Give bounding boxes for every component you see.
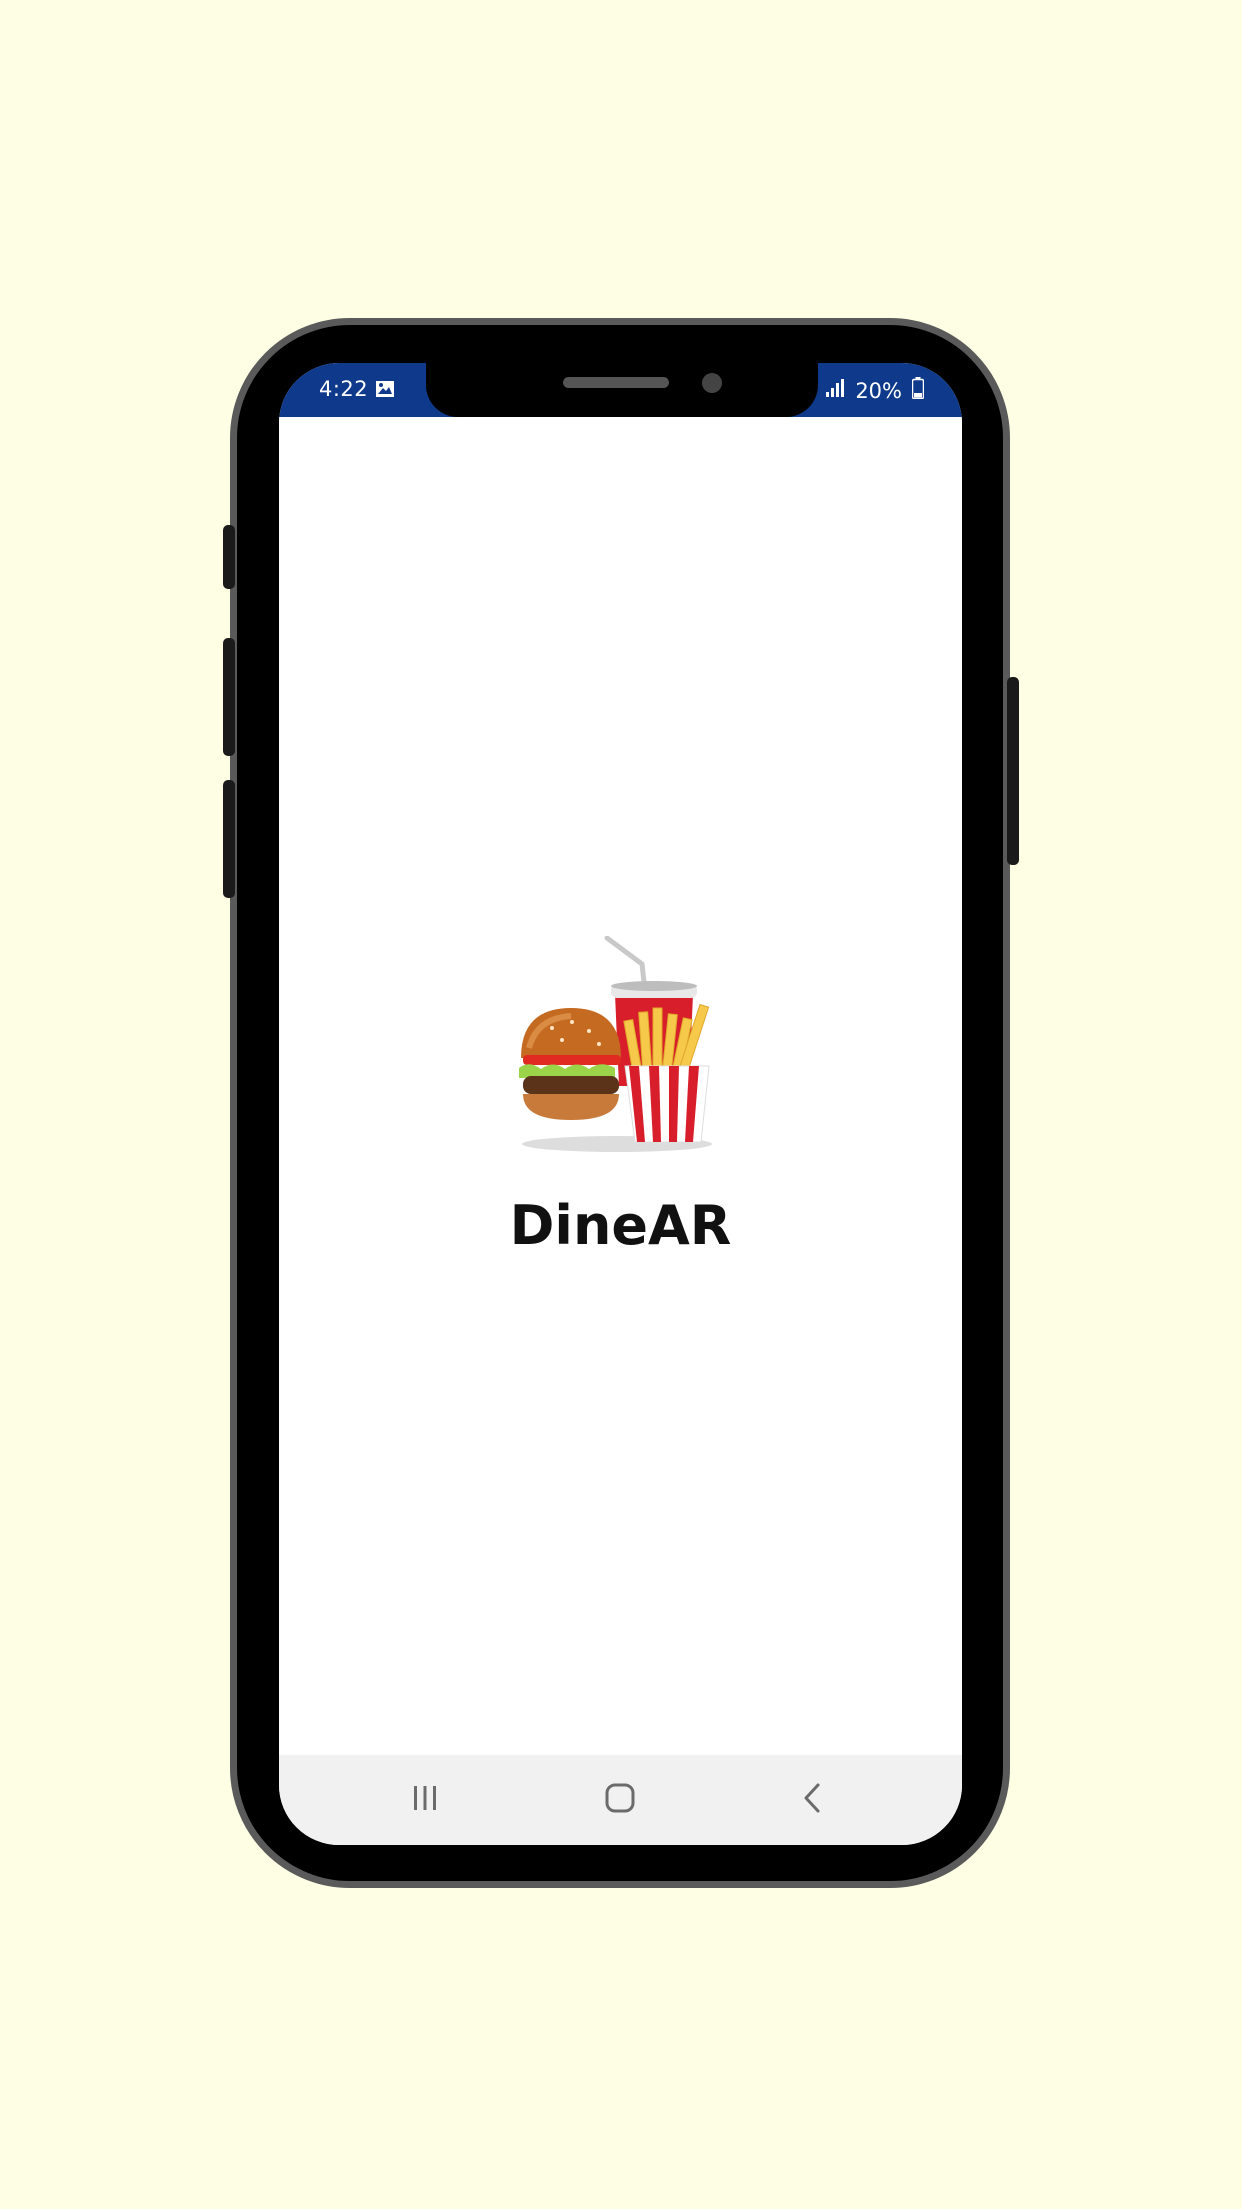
back-button[interactable]	[782, 1775, 842, 1825]
power-button	[1007, 677, 1019, 865]
battery-percentage: 20%	[855, 378, 902, 403]
back-icon	[801, 1782, 823, 1818]
bixby-button	[223, 780, 235, 898]
navigation-bar	[279, 1755, 962, 1845]
splash-screen: DineAR	[279, 417, 962, 1755]
earpiece-speaker	[563, 377, 669, 388]
front-camera	[702, 373, 722, 393]
recents-button[interactable]	[395, 1775, 455, 1825]
status-time: 4:22	[319, 377, 369, 401]
burger-fries-drink-icon	[507, 935, 727, 1160]
app-name: DineAR	[509, 1194, 732, 1257]
image-icon	[375, 380, 395, 402]
home-icon	[604, 1782, 636, 1818]
app-name-container: DineAR	[279, 1194, 962, 1257]
signal-icon	[823, 378, 845, 403]
volume-up-button	[223, 525, 235, 589]
home-button[interactable]	[590, 1775, 650, 1825]
recents-icon	[410, 1784, 440, 1816]
phone-screen: 4:22 20% DineAR	[279, 363, 962, 1845]
battery-icon	[911, 377, 925, 404]
volume-down-button	[223, 638, 235, 756]
notch	[426, 363, 818, 417]
